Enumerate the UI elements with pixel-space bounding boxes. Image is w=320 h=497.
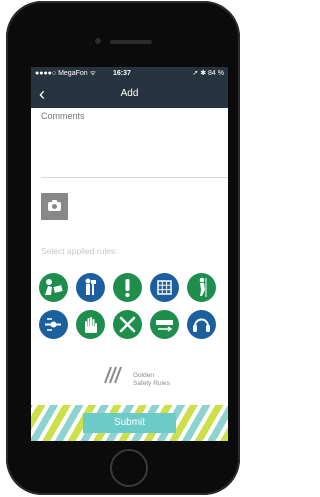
- app-screen: ●●●●○ MegaFon ᯤ 16:37 ➚ ✱ 84 % ‹ Add Sel…: [31, 67, 228, 441]
- rule-glove-hand-icon[interactable]: [76, 310, 105, 339]
- rule-grid-permit-icon[interactable]: [150, 273, 179, 302]
- rule-person-with-sign-icon[interactable]: [76, 273, 105, 302]
- rule-wrench-tools-icon[interactable]: [113, 310, 142, 339]
- golden-rules-logo-icon: [104, 366, 122, 384]
- rule-ear-protection-icon[interactable]: [187, 310, 216, 339]
- status-bar: ●●●●○ MegaFon ᯤ 16:37 ➚ ✱ 84 %: [31, 67, 228, 81]
- rule-isolation-valve-icon[interactable]: [39, 310, 68, 339]
- battery-status: ➚ ✱ 84 %: [192, 70, 224, 77]
- rules-label: Select applied rules:: [41, 246, 118, 256]
- clock: 16:37: [113, 70, 131, 77]
- add-photo-button[interactable]: [41, 193, 68, 220]
- comments-field[interactable]: [41, 111, 228, 178]
- logo-text: Golden Safety Rules: [133, 372, 170, 388]
- speaker-grille: [110, 40, 152, 44]
- rule-exclamation-icon[interactable]: [113, 273, 142, 302]
- rule-bypass-arrows-icon[interactable]: [150, 310, 179, 339]
- footer-stripes: Submit: [31, 405, 228, 441]
- navigation-bar: ‹ Add: [31, 81, 228, 108]
- submit-button[interactable]: Submit: [83, 413, 176, 433]
- page-title: Add: [120, 88, 139, 99]
- phone-frame: ●●●●○ MegaFon ᯤ 16:37 ➚ ✱ 84 % ‹ Add Sel…: [6, 1, 240, 495]
- logo-line-1: Golden: [133, 372, 154, 379]
- rule-person-reading-icon[interactable]: [39, 273, 68, 302]
- rule-climbing-harness-icon[interactable]: [187, 273, 216, 302]
- carrier-signal: ●●●●○ MegaFon ᯤ: [35, 70, 96, 77]
- logo-line-2: Safety Rules: [133, 380, 170, 387]
- front-camera: [95, 38, 101, 44]
- home-button[interactable]: [110, 449, 148, 487]
